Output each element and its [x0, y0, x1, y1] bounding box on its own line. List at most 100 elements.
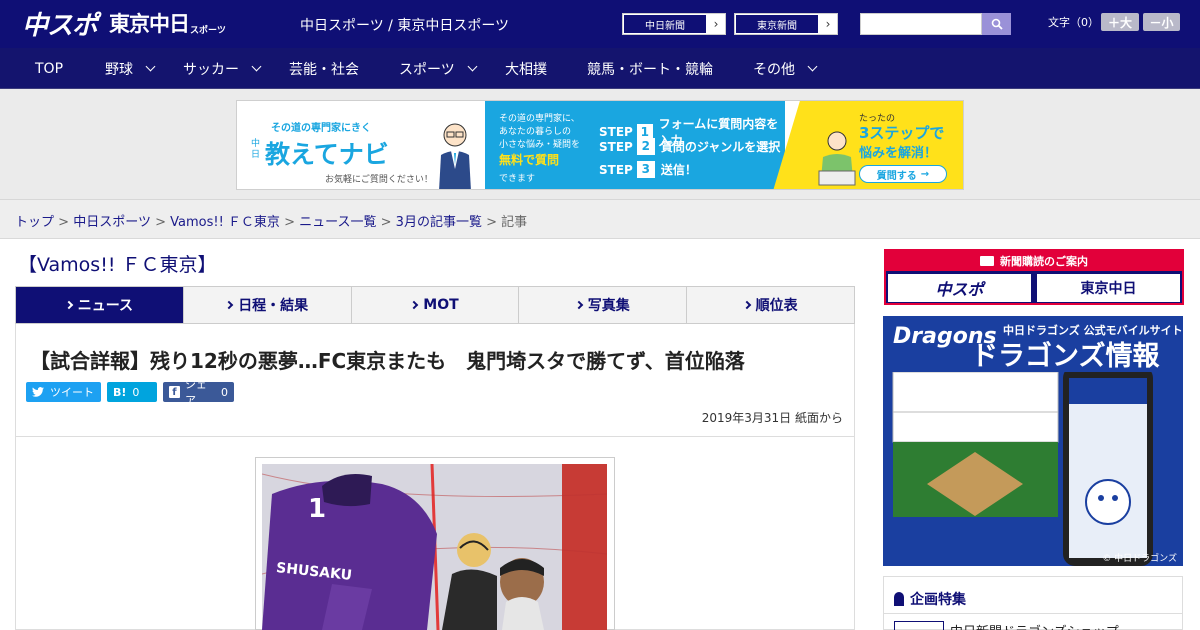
- breadcrumb-separator: >: [486, 215, 497, 230]
- step-text: 質問のジャンルを選択: [660, 140, 781, 154]
- tab-schedule-results[interactable]: 日程・結果: [184, 287, 352, 323]
- ad-mid-line: 小さな悩み・疑問を: [499, 140, 581, 150]
- dragons-title: ドラゴンズ情報: [971, 341, 1160, 372]
- ad-brand-small: 中日: [251, 139, 261, 160]
- chevron-right-icon: [410, 300, 419, 310]
- ad-right-main: 3ステップで: [859, 124, 945, 142]
- breadcrumb-separator: >: [58, 215, 70, 230]
- step-num: 3: [636, 161, 655, 178]
- nav-label: その他: [753, 61, 795, 78]
- tab-label: MOT: [423, 297, 459, 313]
- font-larger-button[interactable]: ＋大: [1101, 13, 1139, 31]
- ad-mid-highlight: 無料で質問: [499, 153, 560, 167]
- step-num: 2: [636, 138, 655, 155]
- chevron-down-icon: [145, 61, 156, 71]
- nav-item-entertainment[interactable]: 芸能・社会: [289, 48, 359, 89]
- breadcrumb-link[interactable]: Vamos!! ＦＣ東京: [170, 215, 280, 230]
- ad-cta-button[interactable]: 質問する →: [859, 165, 947, 183]
- ad-banner-oshiete-navi[interactable]: その道の専門家にきく 中日 教えてナビ お気軽にご質問ください！ その道の専門家…: [236, 100, 964, 190]
- search-icon: [991, 18, 1003, 30]
- subscribe-tokyo-chunichi-button[interactable]: 東京中日: [1037, 274, 1180, 302]
- chevron-right-icon: ›: [713, 17, 719, 31]
- link-label: 中日新聞: [623, 14, 707, 34]
- nav-label: 芸能・社会: [289, 61, 359, 78]
- ad-person-laptop-icon: [818, 131, 856, 186]
- facebook-share-button[interactable]: f シェア 0: [163, 378, 234, 407]
- twitter-icon: [32, 387, 44, 397]
- search-input[interactable]: [860, 13, 982, 35]
- nav-item-sumo[interactable]: 大相撲: [505, 48, 547, 89]
- ad-step-2: STEP 2 質問のジャンルを選択: [599, 138, 780, 155]
- tweet-button[interactable]: ツイート: [26, 382, 101, 402]
- step-label: STEP: [599, 162, 633, 177]
- subscription-banner[interactable]: 新聞購読のご案内 中スポ 東京中日: [884, 249, 1184, 305]
- ad-brand: 教えてナビ: [265, 140, 389, 169]
- breadcrumb-link[interactable]: ニュース一覧: [299, 215, 376, 230]
- breadcrumb-separator: >: [155, 215, 166, 230]
- tab-label: ニュース: [77, 298, 134, 314]
- facebook-share-label: シェア: [184, 378, 207, 407]
- chunichi-shimbun-link[interactable]: 中日新聞 ›: [622, 13, 726, 35]
- jersey-number: 1: [308, 494, 327, 524]
- logo-tokyo-chunichi: 東京中日: [109, 12, 190, 36]
- nav-label: 野球: [105, 61, 133, 78]
- step-label: STEP: [599, 139, 633, 154]
- tab-mot[interactable]: MOT: [352, 287, 520, 323]
- tab-label: 順位表: [755, 298, 798, 314]
- site-logo[interactable]: 中スポ 東京中日 スポーツ: [22, 6, 226, 41]
- tab-label: 写真集: [587, 298, 630, 314]
- article-date: 2019年3月31日 紙面から: [701, 411, 843, 425]
- font-smaller-button[interactable]: －小: [1143, 13, 1180, 31]
- feature-section: 企画特集 中日新聞ドラゴンズショップ: [883, 576, 1183, 630]
- chevron-down-icon: [807, 61, 818, 71]
- nav-label: スポーツ: [399, 61, 455, 78]
- breadcrumb-link[interactable]: 中日スポーツ: [73, 215, 151, 230]
- tokyo-shimbun-link[interactable]: 東京新聞 ›: [734, 13, 838, 35]
- chevron-right-icon: [742, 300, 751, 310]
- facebook-share-count: 0: [221, 385, 228, 399]
- subscription-header-label: 新聞購読のご案内: [1000, 255, 1088, 268]
- hatena-icon: B!: [113, 385, 127, 399]
- ad-mid-line: あなたの暮らしの: [499, 127, 572, 137]
- nav-item-soccer[interactable]: サッカー: [183, 48, 262, 89]
- feature-item[interactable]: 中日新聞ドラゴンズショップ: [950, 621, 1119, 630]
- step-label: STEP: [599, 125, 633, 139]
- logo-chuspo: 中スポ: [22, 10, 98, 41]
- hatena-count: 0: [132, 385, 140, 399]
- ad-tagline: その道の専門家にきく: [271, 123, 371, 134]
- breadcrumb-link[interactable]: 3月の記事一覧: [396, 215, 482, 230]
- ad-steps-panel: その道の専門家に、 あなたの暮らしの 小さな悩み・疑問を 無料で質問 できます …: [485, 101, 785, 189]
- tab-photos[interactable]: 写真集: [519, 287, 688, 323]
- search-button[interactable]: [982, 13, 1011, 35]
- subscribe-chuspo-button[interactable]: 中スポ: [888, 274, 1031, 302]
- arrow-right-icon: →: [920, 168, 930, 180]
- breadcrumb-link[interactable]: トップ: [15, 215, 54, 230]
- article-title: 【試合詳報】残り12秒の悪夢…FC東京またも 鬼門埼スタで勝てず、首位陥落: [30, 349, 745, 373]
- nav-item-baseball[interactable]: 野球: [105, 48, 156, 89]
- breadcrumb-current: 記事: [501, 215, 528, 230]
- ad-mid-line: その道の専門家に、: [499, 114, 580, 124]
- breadcrumb-separator: >: [284, 215, 295, 230]
- site-title[interactable]: 中日スポーツ / 東京中日スポーツ: [300, 15, 509, 35]
- goalkeeper-photo: [262, 464, 607, 630]
- facebook-icon: f: [169, 386, 180, 398]
- nav-item-sports[interactable]: スポーツ: [399, 48, 478, 89]
- nav-item-top[interactable]: TOP: [35, 48, 63, 89]
- nav-label: 大相撲: [505, 61, 547, 78]
- breadcrumb: トップ > 中日スポーツ > Vamos!! ＦＣ東京 > ニュース一覧 > 3…: [15, 211, 527, 230]
- feature-thumbnail[interactable]: [894, 621, 944, 630]
- nav-item-other[interactable]: その他: [753, 48, 818, 89]
- nav-item-racing[interactable]: 競馬・ボート・競輪: [587, 48, 713, 89]
- tab-standings[interactable]: 順位表: [687, 287, 854, 323]
- dragons-mobile-ad[interactable]: Dragons 中日ドラゴンズ 公式モバイルサイト ドラゴンズ情報 © 中日ドラ…: [883, 316, 1183, 566]
- feature-header-label: 企画特集: [910, 592, 966, 608]
- tab-news[interactable]: ニュース: [16, 287, 184, 323]
- ribbon-icon: [894, 592, 904, 606]
- subscription-header: 新聞購読のご案内: [886, 251, 1182, 271]
- hatena-bookmark-button[interactable]: B! 0: [107, 382, 157, 402]
- chevron-down-icon: [251, 61, 262, 71]
- article-photo[interactable]: 1 SHUSAKU: [262, 464, 607, 630]
- step-text: 送信！: [660, 163, 697, 177]
- section-title[interactable]: 【Vamos!! ＦＣ東京】: [18, 250, 216, 277]
- tab-label: 日程・結果: [238, 298, 309, 314]
